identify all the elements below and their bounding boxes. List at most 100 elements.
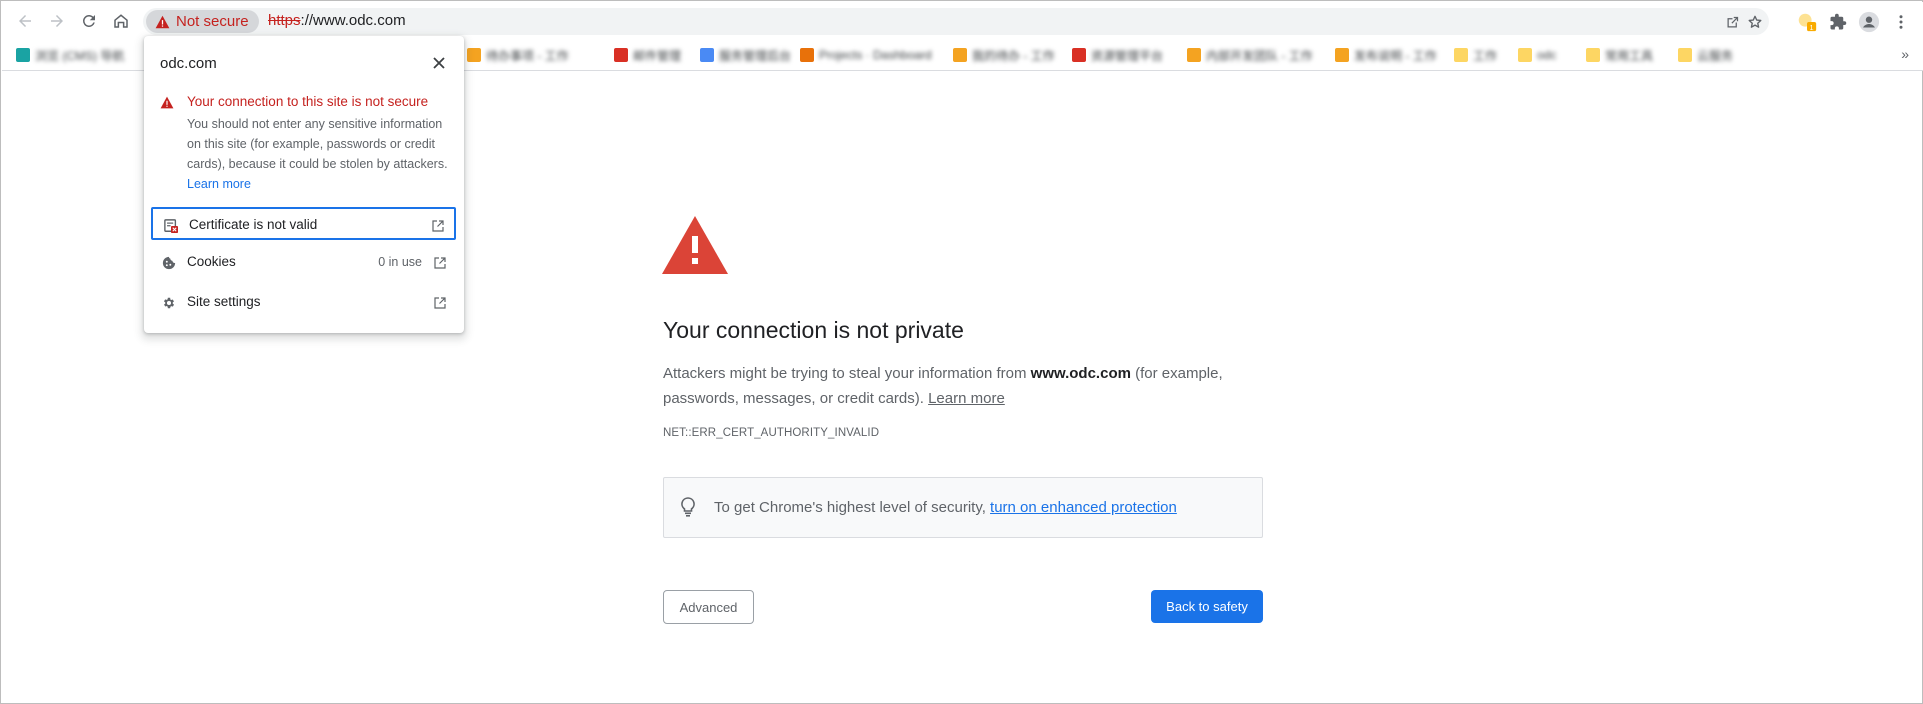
bookmark-item[interactable]: 邮件管理 xyxy=(614,46,681,64)
popup-learn-more-link[interactable]: Learn more xyxy=(187,177,251,191)
bookmark-label: 我的待办 - 工作 xyxy=(972,48,1055,63)
bookmark-label: 资源管理平台 xyxy=(1091,48,1164,63)
site-settings-row[interactable]: Site settings xyxy=(151,286,456,319)
bookmark-folder[interactable]: 工作 xyxy=(1454,46,1497,64)
site-settings-label: Site settings xyxy=(187,294,261,309)
cookie-icon xyxy=(161,255,177,271)
bookmark-favicon-icon xyxy=(1335,48,1349,62)
extension-bulb-icon: 1 xyxy=(1798,13,1817,32)
bookmark-label: Projects · Dashboard xyxy=(819,48,932,62)
bookmark-label: 内部开发团队 - 工作 xyxy=(1206,48,1313,63)
extensions-button[interactable] xyxy=(1827,11,1849,33)
security-chip-label: Not secure xyxy=(176,13,249,30)
danger-triangle-icon xyxy=(662,216,728,279)
folder-icon xyxy=(1454,48,1468,62)
warning-triangle-icon xyxy=(155,15,170,28)
bookmark-item[interactable]: 内部开发团队 - 工作 xyxy=(1187,46,1313,64)
browser-window: Not secure https://www.odc.com 1 浏览 (CMS… xyxy=(0,0,1923,704)
bookmark-label: 发布说明 - 工作 xyxy=(1354,48,1437,63)
share-icon xyxy=(1727,16,1738,27)
popup-warning-title: Your connection to this site is not secu… xyxy=(187,94,429,109)
bookmark-favicon-icon xyxy=(953,48,967,62)
bookmark-star-button[interactable] xyxy=(1745,12,1765,32)
close-icon xyxy=(433,57,445,69)
bookmark-label: odc xyxy=(1537,48,1557,62)
menu-button[interactable] xyxy=(1890,11,1912,33)
bookmark-item[interactable]: 浏览 (CMS) 导航 xyxy=(16,46,124,64)
url-scheme: https xyxy=(268,12,301,29)
bookmark-favicon-icon xyxy=(467,48,481,62)
bookmark-item[interactable]: 待办事项 - 工作 xyxy=(467,46,569,64)
learn-more-link[interactable]: Learn more xyxy=(928,390,1005,407)
certificate-row[interactable]: Certificate is not valid xyxy=(151,207,456,240)
description-text: Attackers might be trying to steal your … xyxy=(663,365,1031,382)
url-text[interactable]: https://www.odc.com xyxy=(268,12,406,29)
warning-triangle-icon xyxy=(160,96,174,114)
site-info-popup: odc.com Your connection to this site is … xyxy=(144,36,464,333)
arrow-left-icon xyxy=(19,15,31,27)
reload-button[interactable] xyxy=(77,9,101,33)
address-bar[interactable]: Not secure https://www.odc.com xyxy=(143,8,1769,35)
security-chip[interactable]: Not secure xyxy=(146,10,259,33)
bookmark-label: 云服务 xyxy=(1697,48,1734,63)
bookmark-item[interactable]: 发布说明 - 工作 xyxy=(1335,46,1437,64)
certificate-label: Certificate is not valid xyxy=(189,217,318,232)
bookmark-folder[interactable]: odc xyxy=(1518,46,1556,64)
bookmark-favicon-icon xyxy=(16,48,30,62)
svg-text:1: 1 xyxy=(1810,23,1814,32)
profile-button[interactable] xyxy=(1858,11,1880,33)
popup-warning-text: You should not enter any sensitive infor… xyxy=(187,117,448,171)
bookmark-folder[interactable]: 云服务 xyxy=(1678,46,1733,64)
error-code: NET::ERR_CERT_AUTHORITY_INVALID xyxy=(663,427,880,439)
bookmark-item[interactable]: 我的待办 - 工作 xyxy=(953,46,1055,64)
external-link-icon xyxy=(432,295,448,311)
bookmark-label: 服务管理后台 xyxy=(719,48,792,63)
more-vert-icon xyxy=(1899,15,1903,29)
share-button[interactable] xyxy=(1722,12,1742,32)
certificate-error-icon xyxy=(163,218,179,234)
bookmark-favicon-icon xyxy=(1187,48,1201,62)
forward-button[interactable] xyxy=(45,9,69,33)
bookmark-item[interactable]: 服务管理后台 xyxy=(700,46,791,64)
enhanced-protection-banner: To get Chrome's highest level of securit… xyxy=(663,477,1263,538)
lightbulb-icon xyxy=(680,497,696,522)
page-description: Attackers might be trying to steal your … xyxy=(663,361,1263,411)
folder-icon xyxy=(1518,48,1532,62)
bookmark-label: 工作 xyxy=(1473,48,1498,63)
enhanced-protection-text: To get Chrome's highest level of securit… xyxy=(714,499,1177,516)
enhanced-protection-link[interactable]: turn on enhanced protection xyxy=(990,499,1177,516)
folder-icon xyxy=(1586,48,1600,62)
bookmark-favicon-icon xyxy=(1072,48,1086,62)
bookmarks-overflow-button[interactable]: » xyxy=(1901,46,1909,62)
bookmark-label: 待办事项 - 工作 xyxy=(486,48,569,63)
bookmark-item[interactable]: Projects · Dashboard xyxy=(800,46,932,64)
bookmark-label: 浏览 (CMS) 导航 xyxy=(35,48,125,63)
page-title: Your connection is not private xyxy=(663,317,964,343)
external-link-icon xyxy=(432,255,448,271)
browser-toolbar: Not secure https://www.odc.com 1 xyxy=(2,2,1923,40)
folder-icon xyxy=(1678,48,1692,62)
description-domain: www.odc.com xyxy=(1030,365,1131,382)
gear-icon xyxy=(161,295,177,311)
extension-notification-button[interactable]: 1 xyxy=(1796,11,1818,33)
bookmark-folder[interactable]: 常用工具 xyxy=(1586,46,1653,64)
popup-warning-description: You should not enter any sensitive infor… xyxy=(187,114,452,194)
cookies-count: 0 in use xyxy=(378,255,422,269)
popup-title: odc.com xyxy=(160,55,217,72)
enhanced-text: To get Chrome's highest level of securit… xyxy=(714,499,991,516)
bookmark-favicon-icon xyxy=(800,48,814,62)
puzzle-icon xyxy=(1830,13,1847,30)
back-button[interactable] xyxy=(13,9,37,33)
bookmark-item[interactable]: 资源管理平台 xyxy=(1072,46,1163,64)
advanced-button[interactable]: Advanced xyxy=(663,590,754,624)
bookmark-label: 常用工具 xyxy=(1605,48,1654,63)
cookies-row[interactable]: Cookies 0 in use xyxy=(151,246,456,279)
home-button[interactable] xyxy=(109,9,133,33)
url-host: ://www.odc.com xyxy=(300,12,406,29)
bookmark-favicon-icon xyxy=(614,48,628,62)
close-button[interactable] xyxy=(430,54,448,72)
home-icon xyxy=(114,14,128,28)
bookmark-label: 邮件管理 xyxy=(633,48,682,63)
bookmark-favicon-icon xyxy=(700,48,714,62)
back-to-safety-button[interactable]: Back to safety xyxy=(1151,590,1263,623)
